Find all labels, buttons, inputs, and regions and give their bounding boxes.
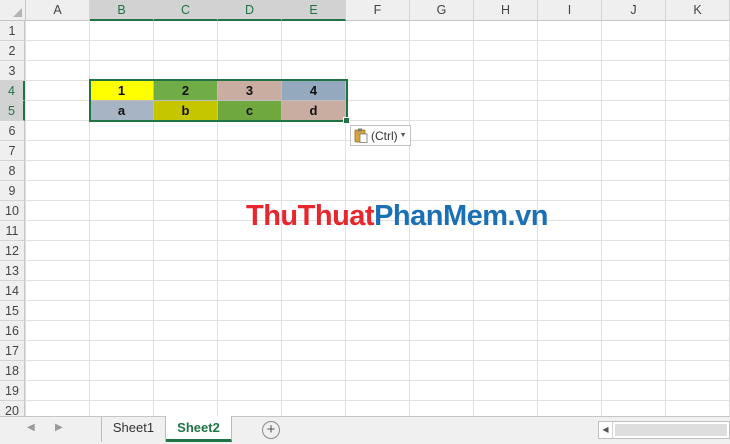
cell-d4[interactable]: 3 [218, 81, 282, 101]
row-header-16[interactable]: 16 [0, 321, 25, 341]
cell-d5[interactable]: c [218, 101, 282, 121]
column-header-b[interactable]: B [90, 0, 154, 21]
next-sheet-icon[interactable]: ▶ [55, 422, 63, 433]
row-header-6[interactable]: 6 [0, 121, 25, 141]
cell-e5[interactable]: d [282, 101, 346, 121]
cell-c4[interactable]: 2 [154, 81, 218, 101]
watermark-part2: PhanMem.vn [374, 200, 548, 232]
row-header-5[interactable]: 5 [0, 101, 25, 121]
cell-b5[interactable]: a [90, 101, 154, 121]
gridline-horizontal [26, 320, 730, 321]
cell-e4[interactable]: 4 [282, 81, 346, 101]
column-header-g[interactable]: G [410, 0, 474, 21]
row-header-2[interactable]: 2 [0, 41, 25, 61]
gridline-horizontal [26, 240, 730, 241]
tab-sheet1[interactable]: Sheet1 [101, 416, 166, 442]
gridline-horizontal [26, 180, 730, 181]
scroll-left-icon[interactable]: ◀ [599, 422, 613, 438]
row-header-10[interactable]: 10 [0, 201, 25, 221]
tab-sheet2[interactable]: Sheet2 [166, 416, 232, 442]
column-header-c[interactable]: C [154, 0, 218, 21]
gridline-horizontal [26, 300, 730, 301]
column-header-f[interactable]: F [346, 0, 410, 21]
gridline-horizontal [26, 360, 730, 361]
horizontal-scrollbar[interactable]: ◀ [598, 421, 730, 439]
column-header-a[interactable]: A [26, 0, 90, 21]
column-header-d[interactable]: D [218, 0, 282, 21]
gridline-horizontal [26, 260, 730, 261]
row-header-17[interactable]: 17 [0, 341, 25, 361]
cell-c5[interactable]: b [154, 101, 218, 121]
row-header-3[interactable]: 3 [0, 61, 25, 81]
row-header-13[interactable]: 13 [0, 261, 25, 281]
watermark-part1: ThuThuat [246, 200, 375, 232]
row-header-15[interactable]: 15 [0, 301, 25, 321]
row-header-8[interactable]: 8 [0, 161, 25, 181]
scrollbar-thumb[interactable] [615, 424, 727, 436]
fill-handle[interactable] [343, 117, 350, 124]
gridline-horizontal [26, 400, 730, 401]
previous-sheet-icon[interactable]: ◀ [27, 422, 35, 433]
dropdown-arrow-icon: ▼ [399, 132, 407, 139]
row-header-1[interactable]: 1 [0, 21, 25, 41]
select-all-corner[interactable] [0, 0, 26, 21]
select-all-triangle-icon [13, 8, 22, 17]
paste-options-button[interactable]: (Ctrl) ▼ [350, 125, 411, 146]
gridline-horizontal [26, 40, 730, 41]
column-header-k[interactable]: K [666, 0, 730, 21]
gridline-horizontal [26, 60, 730, 61]
row-header-11[interactable]: 11 [0, 221, 25, 241]
row-header-4[interactable]: 4 [0, 81, 25, 101]
add-sheet-icon[interactable]: + [262, 421, 280, 439]
gridline-horizontal [26, 280, 730, 281]
sheet-tab-bar: ◀ ▶ Sheet1 Sheet2 + ◀ [0, 416, 730, 444]
row-header-9[interactable]: 9 [0, 181, 25, 201]
clipboard-icon [354, 128, 368, 143]
column-header-e[interactable]: E [282, 0, 346, 21]
cell-b4[interactable]: 1 [90, 81, 154, 101]
row-header-12[interactable]: 12 [0, 241, 25, 261]
column-header-h[interactable]: H [474, 0, 538, 21]
row-header-18[interactable]: 18 [0, 361, 25, 381]
watermark-logo: ThuThuatPhanMem.vn [246, 200, 548, 233]
row-header-14[interactable]: 14 [0, 281, 25, 301]
row-header-7[interactable]: 7 [0, 141, 25, 161]
gridline-horizontal [26, 380, 730, 381]
gridline-horizontal [26, 160, 730, 161]
column-header-i[interactable]: I [538, 0, 602, 21]
column-header-j[interactable]: J [602, 0, 666, 21]
gridline-horizontal [26, 340, 730, 341]
paste-options-label: (Ctrl) [371, 128, 398, 143]
row-header-19[interactable]: 19 [0, 381, 25, 401]
